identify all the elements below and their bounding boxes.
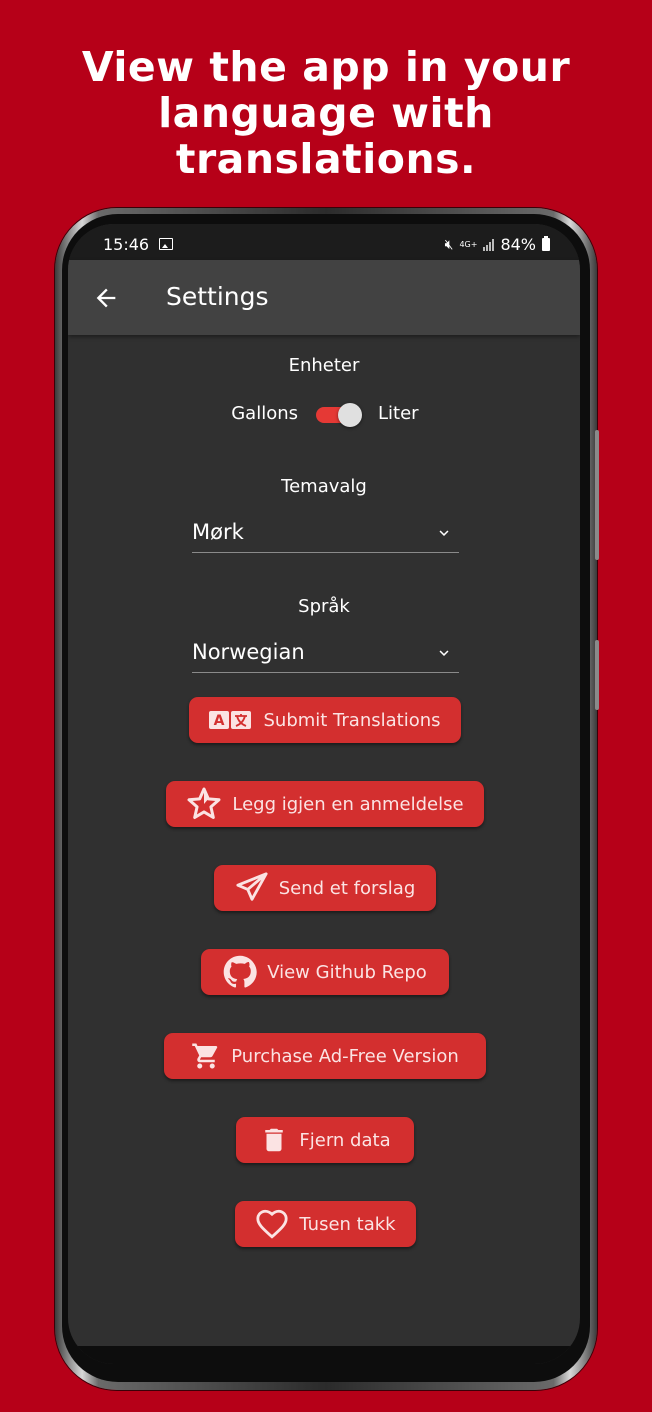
submit-translations-button[interactable]: A Submit Translations bbox=[189, 697, 461, 743]
language-value: Norwegian bbox=[192, 640, 305, 664]
app-bar: Settings bbox=[68, 260, 580, 335]
promo-line-1: View the app in your bbox=[81, 43, 571, 91]
submit-translations-label: Submit Translations bbox=[263, 709, 441, 731]
theme-dropdown[interactable]: Mørk bbox=[192, 516, 459, 553]
promo-line-2: language with bbox=[158, 89, 494, 137]
volume-button bbox=[595, 430, 599, 560]
signal-icon bbox=[483, 238, 495, 251]
send-suggestion-label: Send et forslag bbox=[278, 877, 416, 899]
back-arrow-icon[interactable] bbox=[92, 284, 120, 312]
thanks-label: Tusen takk bbox=[299, 1213, 396, 1235]
heart-icon bbox=[256, 1209, 288, 1239]
promo-line-3: translations. bbox=[175, 135, 477, 183]
gallery-notification-icon bbox=[159, 238, 173, 250]
svg-text:A: A bbox=[214, 713, 225, 729]
delete-data-button[interactable]: Fjern data bbox=[236, 1117, 414, 1163]
units-toggle[interactable] bbox=[316, 403, 364, 427]
language-label: Språk bbox=[298, 596, 350, 617]
power-button bbox=[595, 640, 599, 710]
promo-headline: View the app in your language with trans… bbox=[0, 44, 652, 182]
chevron-down-icon bbox=[439, 650, 449, 656]
battery-icon bbox=[542, 236, 550, 251]
star-review-icon bbox=[187, 787, 221, 819]
cart-icon bbox=[192, 1043, 218, 1069]
network-type: 4G+ bbox=[459, 239, 478, 249]
phone-screen: 15:46 🔇︎ 4G+ 84% Settings Enheter Gallon… bbox=[68, 224, 580, 1364]
status-bar: 15:46 🔇︎ 4G+ 84% bbox=[68, 224, 580, 260]
unit-gallons-label: Gallons bbox=[231, 403, 298, 424]
github-repo-button[interactable]: View Github Repo bbox=[201, 949, 449, 995]
theme-value: Mørk bbox=[192, 520, 244, 544]
leave-review-button[interactable]: Legg igjen en anmeldelse bbox=[166, 781, 484, 827]
theme-label: Temavalg bbox=[281, 476, 367, 497]
purchase-ad-free-label: Purchase Ad-Free Version bbox=[231, 1045, 459, 1067]
language-dropdown[interactable]: Norwegian bbox=[192, 636, 459, 673]
send-suggestion-button[interactable]: Send et forslag bbox=[214, 865, 436, 911]
unit-liter-label: Liter bbox=[378, 403, 419, 424]
screen-bottom-bar bbox=[68, 1346, 580, 1364]
github-icon bbox=[223, 955, 257, 988]
page-title: Settings bbox=[166, 282, 269, 311]
mute-icon: 🔇︎ bbox=[444, 236, 454, 253]
paper-plane-icon bbox=[236, 872, 268, 901]
status-time: 15:46 bbox=[103, 235, 150, 254]
toggle-thumb bbox=[338, 403, 362, 427]
units-label: Enheter bbox=[288, 355, 360, 376]
translate-icon: A bbox=[209, 711, 252, 729]
purchase-ad-free-button[interactable]: Purchase Ad-Free Version bbox=[164, 1033, 486, 1079]
thanks-button[interactable]: Tusen takk bbox=[235, 1201, 416, 1247]
leave-review-label: Legg igjen en anmeldelse bbox=[232, 793, 464, 815]
trash-icon bbox=[265, 1128, 284, 1152]
chevron-down-icon bbox=[439, 530, 449, 536]
github-repo-label: View Github Repo bbox=[267, 961, 427, 983]
battery-percent: 84% bbox=[500, 235, 536, 254]
delete-data-label: Fjern data bbox=[299, 1129, 391, 1151]
